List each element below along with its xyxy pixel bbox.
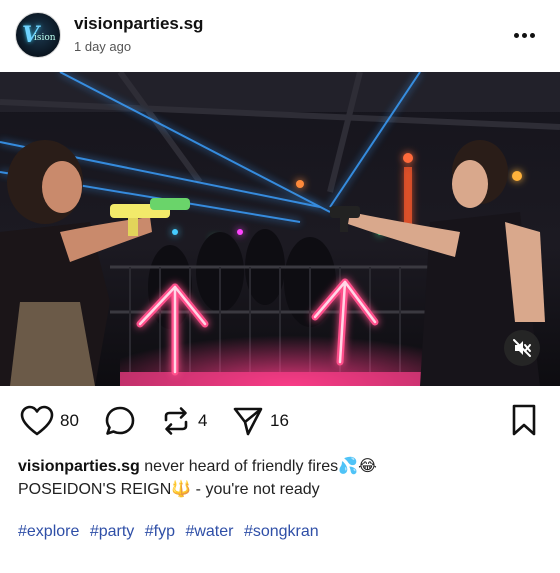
share-button[interactable]: 16 [232,400,289,442]
post-timestamp: 1 day ago [74,39,132,54]
post-caption: visionparties.sg never heard of friendly… [18,455,548,501]
caption-username[interactable]: visionparties.sg [18,458,140,475]
like-button[interactable]: 80 [20,400,79,442]
bookmark-icon [512,404,536,436]
hashtag-fyp[interactable]: #fyp [145,523,175,540]
more-options-icon[interactable] [514,25,542,43]
comment-icon [105,406,135,435]
repost-button[interactable]: 4 [160,400,207,442]
heart-icon [20,405,54,436]
hashtag-explore[interactable]: #explore [18,523,79,540]
like-count: 80 [60,411,79,430]
video-frame [0,72,560,386]
avatar[interactable]: Vision [15,12,61,58]
post-video[interactable] [0,72,560,386]
caption-text: never heard of friendly fires💦😂 [144,458,377,475]
share-count: 16 [270,411,289,430]
hashtag-list: #explore #party #fyp #water #songkran [18,523,325,541]
hashtag-water[interactable]: #water [185,523,233,540]
speaker-muted-icon [513,339,531,357]
hashtag-songkran[interactable]: #songkran [244,523,319,540]
caption-line-2: POSEIDON'S REIGN🔱 - you're not ready [18,481,320,498]
action-bar: 80 4 16 [0,400,560,442]
repost-icon [164,407,188,435]
bookmark-button[interactable] [510,404,538,441]
comment-button[interactable] [104,400,136,442]
mute-toggle-button[interactable] [504,330,540,366]
username[interactable]: visionparties.sg [74,14,203,34]
hashtag-party[interactable]: #party [90,523,134,540]
caption-line-1: visionparties.sg never heard of friendly… [18,455,548,478]
repost-count: 4 [198,411,208,430]
send-icon [233,407,263,436]
post-header: Vision visionparties.sg 1 day ago [0,0,560,70]
